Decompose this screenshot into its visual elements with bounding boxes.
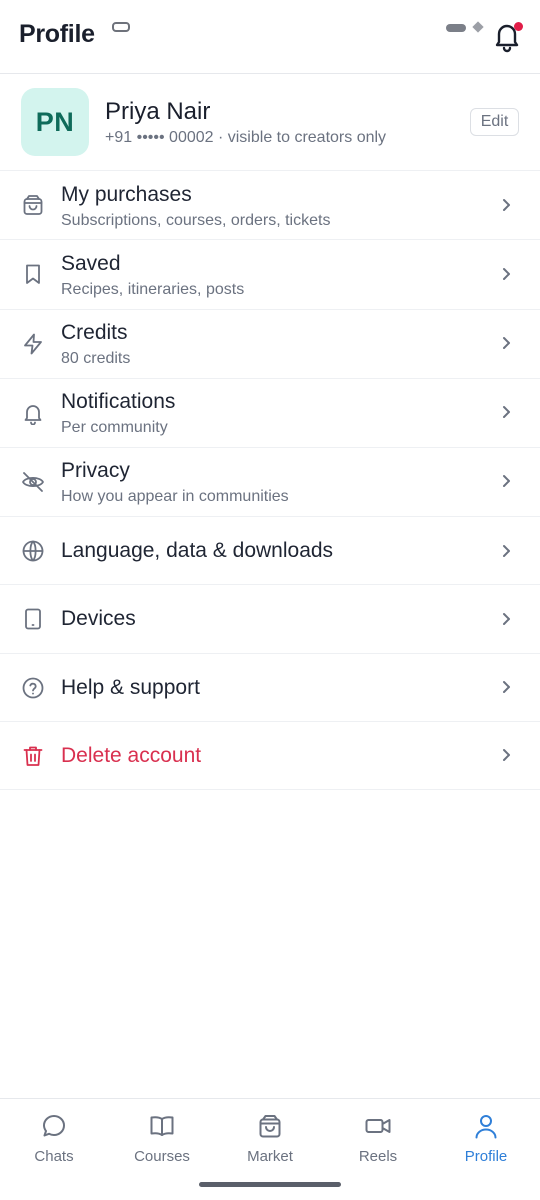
bookmark-icon	[26, 264, 40, 284]
chevron-right-icon	[503, 268, 510, 280]
chevron-right-icon	[503, 545, 510, 557]
tab-label: Chats	[34, 1148, 74, 1165]
chevron-right-icon	[503, 337, 510, 349]
menu-item-title: Devices	[61, 607, 136, 630]
chevron-right-icon	[503, 681, 510, 693]
chevron-right-icon	[503, 749, 510, 761]
book-icon	[150, 1116, 174, 1136]
menu-item-devices[interactable]: Devices	[0, 585, 540, 654]
edit-profile-button[interactable]: Edit	[470, 108, 519, 136]
chat-bubble-icon	[43, 1115, 65, 1137]
chevron-right-icon	[503, 406, 510, 418]
menu-item-title: Credits	[61, 321, 128, 344]
chevron-right-icon	[503, 199, 510, 211]
status-indicator-icon	[112, 22, 130, 32]
status-wifi-icon	[472, 21, 484, 33]
tab-label: Market	[247, 1148, 293, 1165]
tab-profile[interactable]: Profile	[432, 1099, 540, 1179]
chevron-right-icon	[503, 475, 510, 487]
menu-item-saved[interactable]: Saved Recipes, itineraries, posts	[0, 240, 540, 310]
profile-phone: +91 ••••• 00002 · visible to creators on…	[105, 129, 387, 146]
menu-item-title: Help & support	[61, 676, 200, 699]
tab-reels[interactable]: Reels	[324, 1099, 432, 1179]
menu-item-title: Language, data & downloads	[61, 539, 334, 562]
shopping-bag-icon	[259, 1115, 281, 1138]
unread-dot	[514, 22, 523, 31]
user-icon	[475, 1115, 497, 1139]
eye-off-icon	[22, 472, 44, 492]
home-indicator[interactable]	[199, 1182, 341, 1187]
menu-item-subtitle: 80 credits	[61, 350, 131, 367]
profile-card: PN Priya Nair +91 ••••• 00002 · visible …	[0, 74, 540, 171]
menu-item-help-support[interactable]: Help & support	[0, 654, 540, 722]
menu-item-title: My purchases	[61, 183, 192, 206]
tab-courses[interactable]: Courses	[108, 1099, 216, 1179]
phone-icon	[25, 608, 41, 630]
menu-item-privacy[interactable]: Privacy How you appear in communities	[0, 448, 540, 517]
tab-label: Reels	[358, 1148, 398, 1165]
menu-item-subtitle: Recipes, itineraries, posts	[61, 281, 245, 298]
menu-item-delete-account[interactable]: Delete account	[0, 722, 540, 790]
video-icon	[365, 1119, 391, 1133]
globe-icon	[22, 540, 44, 562]
menu-item-title: Delete account	[61, 744, 202, 767]
menu-item-subtitle: How you appear in communities	[61, 488, 289, 505]
menu-item-title: Privacy	[61, 459, 130, 482]
page-title: Profile	[19, 20, 95, 48]
menu-item-notifications[interactable]: Notifications Per community	[0, 379, 540, 448]
menu-item-subtitle: Subscriptions, courses, orders, tickets	[61, 212, 331, 229]
tab-label: Courses	[134, 1148, 190, 1165]
menu-item-my-purchases[interactable]: My purchases Subscriptions, courses, ord…	[0, 171, 540, 240]
shopping-bag-icon	[23, 195, 43, 215]
menu-item-title: Notifications	[61, 390, 176, 413]
menu-item-language-data-downloads[interactable]: Language, data & downloads	[0, 517, 540, 585]
app-header: Profile	[0, 0, 540, 74]
avatar[interactable]: PN	[21, 88, 89, 156]
tab-chats[interactable]: Chats	[0, 1099, 108, 1179]
menu-item-credits[interactable]: Credits 80 credits	[0, 310, 540, 379]
status-signal-icon	[446, 24, 466, 32]
profile-name: Priya Nair	[105, 98, 211, 125]
tab-label: Profile	[464, 1148, 508, 1165]
lightning-icon	[24, 333, 42, 355]
tab-market[interactable]: Market	[216, 1099, 324, 1179]
help-circle-icon	[22, 677, 44, 699]
menu-item-subtitle: Per community	[61, 419, 168, 436]
trash-icon	[23, 746, 43, 766]
chevron-right-icon	[503, 613, 510, 625]
bell-icon	[24, 405, 42, 425]
menu-item-title: Saved	[61, 252, 121, 275]
